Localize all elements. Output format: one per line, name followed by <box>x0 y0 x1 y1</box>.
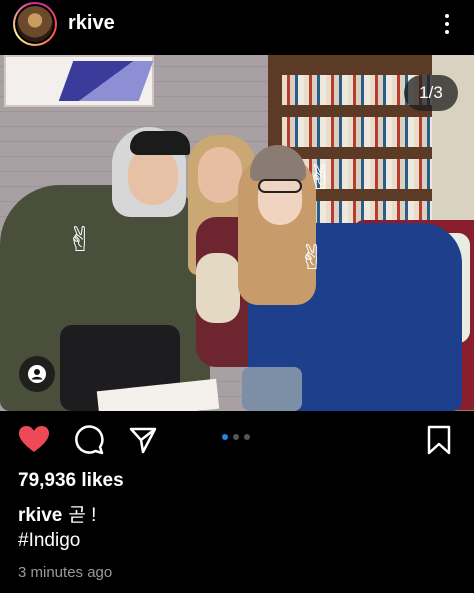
carousel-dot <box>244 434 250 440</box>
person-left-cap <box>130 131 190 155</box>
post-username[interactable]: rkive <box>68 12 115 35</box>
wall-art <box>4 55 154 107</box>
bookmark-icon[interactable] <box>426 425 452 460</box>
like-count[interactable]: 79,936 likes <box>18 470 124 492</box>
avatar-image <box>17 6 53 42</box>
person-right-jeans <box>242 367 302 411</box>
peace-sign-hand: ✌ <box>298 239 327 277</box>
post-timestamp: 3 minutes ago <box>18 564 113 581</box>
plush-toy <box>196 253 240 323</box>
post-photo[interactable]: ✌ ✌ ✌ 1/3 <box>0 55 474 411</box>
person-right-glasses <box>258 179 302 193</box>
caption-text: 곧 ! <box>68 505 97 526</box>
send-icon[interactable] <box>128 425 158 460</box>
peace-sign-hand: ✌ <box>306 159 335 197</box>
carousel-dots <box>222 434 250 440</box>
post-actions <box>0 411 474 466</box>
user-tag-icon[interactable] <box>19 356 55 392</box>
caption-username[interactable]: rkive <box>18 505 62 526</box>
carousel-dot-active <box>222 434 228 440</box>
carousel-dot <box>233 434 239 440</box>
heart-icon[interactable] <box>18 425 50 458</box>
person-middle-face <box>198 147 242 203</box>
person-left-face <box>128 147 178 205</box>
peace-sign-hand: ✌ <box>66 221 95 259</box>
post-header: rkive <box>0 0 474 55</box>
profile-avatar[interactable] <box>13 2 57 46</box>
post-caption: rkive 곧 ! <box>18 500 96 527</box>
carousel-page-count: 1/3 <box>404 75 458 111</box>
caption-hashtag[interactable]: #Indigo <box>18 530 80 552</box>
more-vertical-icon[interactable] <box>440 12 454 34</box>
comment-icon[interactable] <box>74 425 104 460</box>
